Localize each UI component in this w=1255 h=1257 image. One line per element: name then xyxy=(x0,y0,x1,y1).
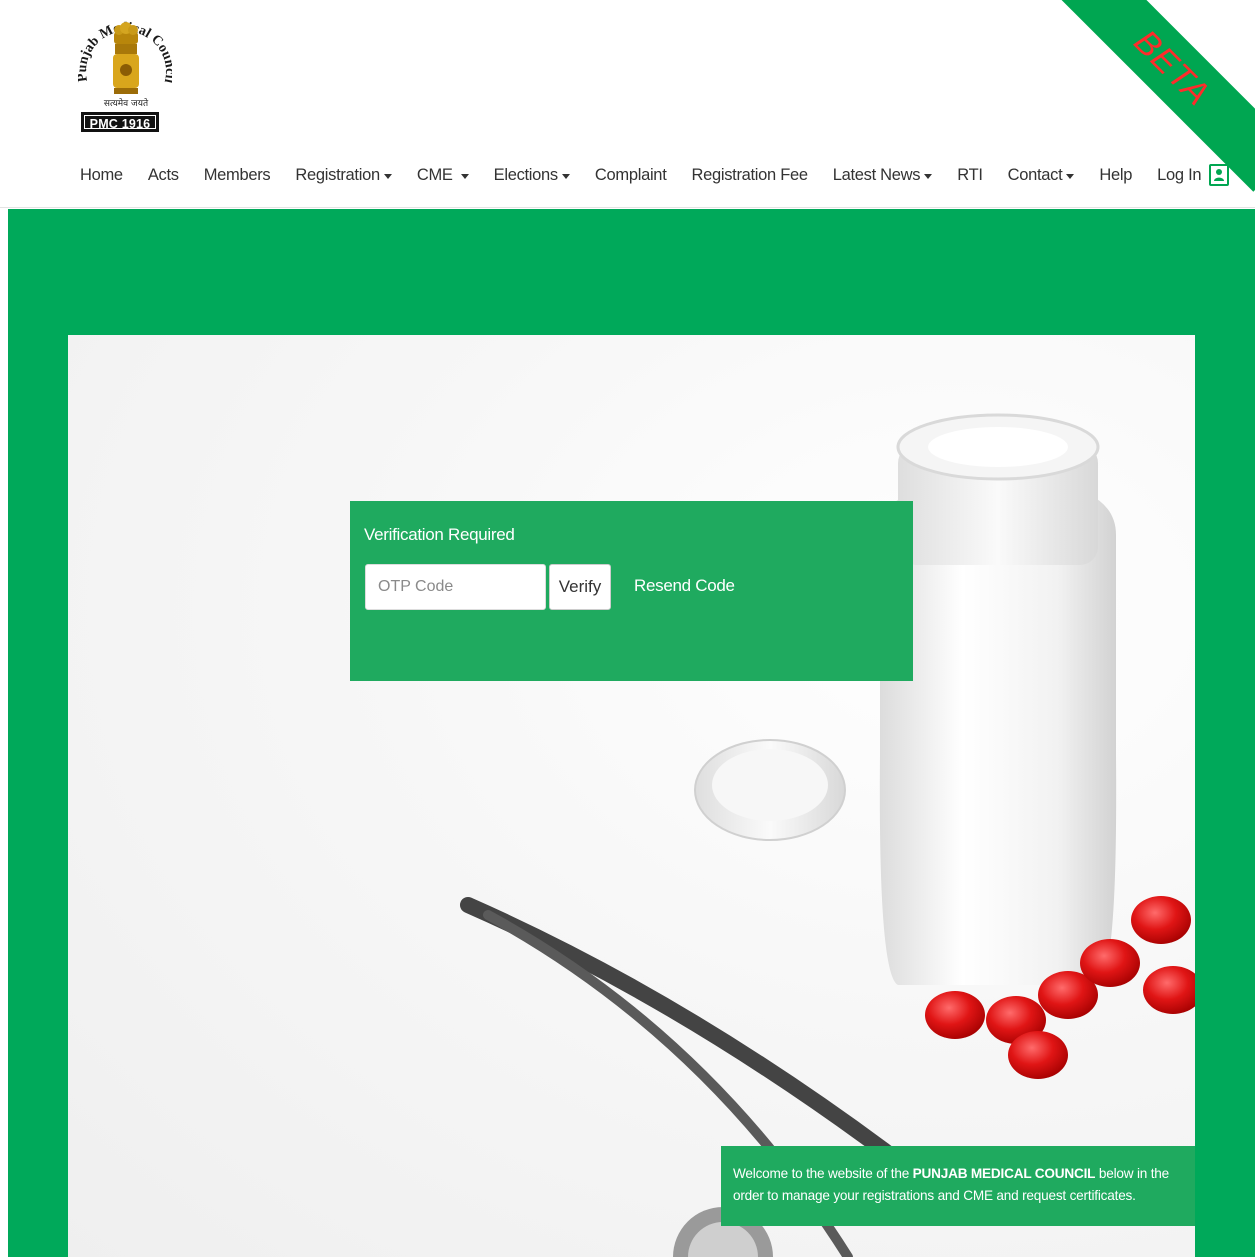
welcome-prefix: Welcome to the website of the xyxy=(733,1166,913,1181)
nav-cme-label: CME xyxy=(416,165,453,184)
nav-registration-fee[interactable]: Registration Fee xyxy=(691,165,808,185)
caret-down-icon xyxy=(1066,173,1075,179)
nav-registration-label: Registration xyxy=(295,165,380,184)
caret-down-icon xyxy=(924,173,933,179)
medicine-bottle-illustration xyxy=(460,413,1195,1257)
nav-elections-label: Elections xyxy=(493,165,559,184)
nav-complaint-label: Complaint xyxy=(594,165,667,184)
site-header: Punjab Medical Council सत्यमेव जयते PMC … xyxy=(0,0,1255,208)
caret-down-icon xyxy=(561,173,570,179)
main-navigation: Home Acts Members Registration CME Elect… xyxy=(80,160,1254,190)
nav-contact-label: Contact xyxy=(1007,165,1063,184)
nav-login[interactable]: Log In xyxy=(1157,164,1230,186)
nav-contact-dropdown[interactable]: Contact xyxy=(1008,166,1075,185)
nav-help[interactable]: Help xyxy=(1099,166,1132,185)
welcome-message: Welcome to the website of the PUNJAB MED… xyxy=(721,1146,1195,1226)
nav-login-label: Log In xyxy=(1157,165,1202,184)
nav-home[interactable]: Home xyxy=(80,166,123,185)
verification-panel: Verification Required Verify Resend Code xyxy=(350,501,913,681)
nav-registration-dropdown[interactable]: Registration xyxy=(295,165,392,185)
nav-acts-label: Acts xyxy=(147,165,179,184)
nav-rti-label: RTI xyxy=(957,165,983,184)
logo-year-strip: PMC 1916 xyxy=(81,112,159,132)
welcome-council-name: PUNJAB MEDICAL COUNCIL xyxy=(912,1166,1096,1181)
pmc-logo[interactable]: Punjab Medical Council सत्यमेव जयते PMC … xyxy=(78,4,172,134)
verification-title: Verification Required xyxy=(364,525,515,544)
nav-elections-dropdown[interactable]: Elections xyxy=(494,166,570,185)
nav-latest-news-dropdown[interactable]: Latest News xyxy=(833,166,933,185)
nav-acts[interactable]: Acts xyxy=(148,166,179,185)
nav-members[interactable]: Members xyxy=(204,166,271,185)
nav-cme-dropdown[interactable]: CME xyxy=(417,166,469,185)
caret-down-icon xyxy=(383,173,392,179)
nav-latest-news-label: Latest News xyxy=(832,165,921,184)
otp-code-input[interactable] xyxy=(365,564,546,610)
nav-registration-fee-label: Registration Fee xyxy=(691,165,808,184)
nav-rti[interactable]: RTI xyxy=(957,165,983,185)
hero-image xyxy=(68,335,1195,1257)
resend-code-link[interactable]: Resend Code xyxy=(634,576,735,596)
nav-home-label: Home xyxy=(80,165,123,184)
nav-complaint[interactable]: Complaint xyxy=(595,166,667,185)
logo-motto: सत्यमेव जयते xyxy=(104,97,149,109)
verify-button[interactable]: Verify xyxy=(549,564,611,610)
user-login-icon[interactable] xyxy=(1209,164,1230,186)
nav-members-label: Members xyxy=(203,165,271,184)
nav-help-label: Help xyxy=(1099,165,1133,184)
caret-down-icon xyxy=(460,173,469,179)
